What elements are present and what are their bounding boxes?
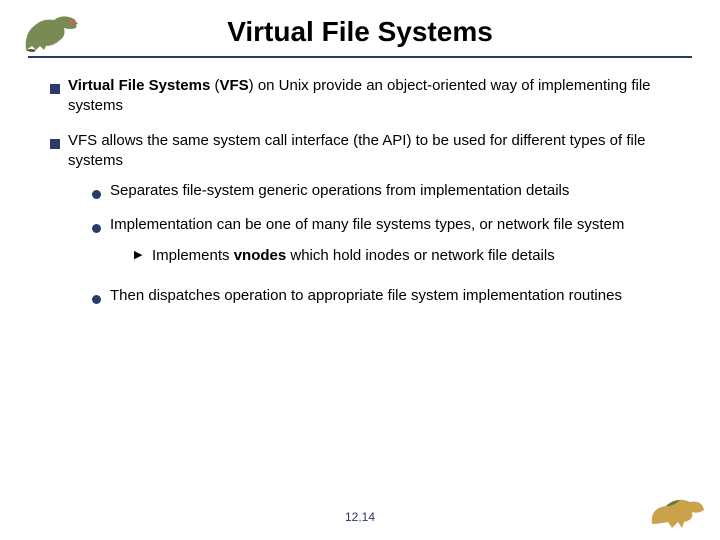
square-bullet-icon: [50, 131, 68, 321]
bullet-text: Implementation can be one of many file s…: [110, 215, 670, 276]
bullet-text: Implements vnodes which hold inodes or n…: [152, 246, 670, 266]
disc-bullet-icon: [92, 181, 110, 205]
dinosaur-top-icon: [20, 10, 86, 54]
bullet-level2: Then dispatches operation to appropriate…: [92, 286, 670, 310]
text-run: Implementation can be one of many file s…: [110, 216, 624, 233]
dinosaur-bottom-icon: [648, 490, 708, 532]
bullet-level2: Implementation can be one of many file s…: [92, 215, 670, 276]
slide: Virtual File Systems Virtual File System…: [0, 0, 720, 540]
bullet-level2: Separates file-system generic operations…: [92, 181, 670, 205]
text-run: Implements: [152, 247, 234, 264]
bullet-text: Virtual File Systems (VFS) on Unix provi…: [68, 76, 670, 117]
slide-title: Virtual File Systems: [0, 0, 720, 56]
arrow-bullet-icon: ▶: [134, 246, 152, 266]
bullet-level1: VFS allows the same system call interfac…: [50, 131, 670, 321]
bullet-text: Then dispatches operation to appropriate…: [110, 286, 670, 310]
disc-bullet-icon: [92, 286, 110, 310]
bullet-level3: ▶ Implements vnodes which hold inodes or…: [134, 246, 670, 266]
bullet-level1: Virtual File Systems (VFS) on Unix provi…: [50, 76, 670, 117]
text-run: VFS allows the same system call interfac…: [68, 132, 646, 169]
bullet-text: VFS allows the same system call interfac…: [68, 131, 670, 321]
page-number: 12.14: [0, 510, 720, 524]
bullet-text: Separates file-system generic operations…: [110, 181, 670, 205]
slide-content: Virtual File Systems (VFS) on Unix provi…: [0, 58, 720, 320]
text-run: which hold inodes or network file detail…: [286, 247, 554, 264]
text-run: vnodes: [234, 247, 287, 264]
square-bullet-icon: [50, 76, 68, 117]
text-run: Virtual File Systems: [68, 77, 210, 94]
disc-bullet-icon: [92, 215, 110, 276]
text-run: VFS: [219, 77, 248, 94]
